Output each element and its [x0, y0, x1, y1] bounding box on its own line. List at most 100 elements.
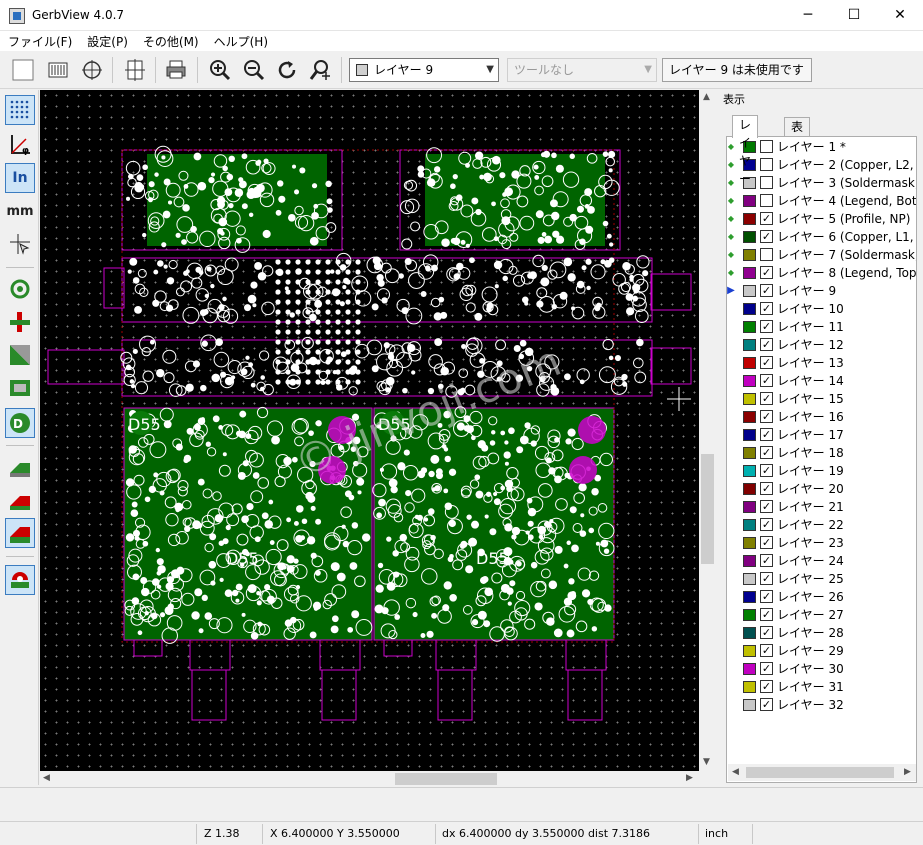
- layer-color-swatch[interactable]: [743, 555, 756, 567]
- menu-preferences[interactable]: 設定(P): [79, 31, 135, 50]
- layer-row[interactable]: ✓ レイヤー 11: [727, 318, 916, 336]
- layer-color-swatch[interactable]: [743, 573, 756, 585]
- layer-row[interactable]: ✓ レイヤー 23: [727, 534, 916, 552]
- layer-visibility-checkbox[interactable]: ✓: [760, 230, 773, 243]
- layer-visibility-checkbox[interactable]: ✓: [760, 284, 773, 297]
- layer-color-swatch[interactable]: [743, 663, 756, 675]
- horizontal-scroll-thumb[interactable]: [395, 773, 497, 785]
- layer-row[interactable]: ✓ レイヤー 20: [727, 480, 916, 498]
- layer-visibility-checkbox[interactable]: ✓: [760, 302, 773, 315]
- layer-row[interactable]: ✓ レイヤー 29: [727, 642, 916, 660]
- layer-color-swatch[interactable]: [743, 303, 756, 315]
- layer-visibility-checkbox[interactable]: ✓: [760, 338, 773, 351]
- layer-row[interactable]: ▶ ✓ レイヤー 9: [727, 282, 916, 300]
- layer-row[interactable]: ◆ レイヤー 3 (Soldermask, Bot): [727, 174, 916, 192]
- flashed-items-sketch-button[interactable]: [5, 274, 35, 304]
- layer-row[interactable]: ✓ レイヤー 30: [727, 660, 916, 678]
- layer-row[interactable]: ✓ レイヤー 31: [727, 678, 916, 696]
- layer-row[interactable]: ◆ レイヤー 2 (Copper, L2, Bot): [727, 156, 916, 174]
- cursor-shape-button[interactable]: [5, 229, 35, 259]
- layer-visibility-checkbox[interactable]: ✓: [760, 356, 773, 369]
- scroll-right-icon[interactable]: ▶: [904, 767, 911, 777]
- layer-visibility-checkbox[interactable]: ✓: [760, 698, 773, 711]
- layer-visibility-checkbox[interactable]: ✓: [760, 518, 773, 531]
- layer-row[interactable]: ◆ レイヤー 1 *: [727, 138, 916, 156]
- layer-color-swatch[interactable]: [743, 429, 756, 441]
- layer-visibility-checkbox[interactable]: ✓: [760, 410, 773, 423]
- layer-visibility-checkbox[interactable]: ✓: [760, 446, 773, 459]
- clear-layers-button[interactable]: [9, 56, 37, 84]
- layer-row[interactable]: ◆ レイヤー 4 (Legend, Bot): [727, 192, 916, 210]
- layer-scroll-thumb[interactable]: [746, 767, 894, 778]
- layer-visibility-checkbox[interactable]: [760, 158, 773, 171]
- tab-render[interactable]: 表示: [784, 117, 811, 152]
- layer-color-swatch[interactable]: [743, 321, 756, 333]
- layer-row[interactable]: ✓ レイヤー 28: [727, 624, 916, 642]
- layer-visibility-checkbox[interactable]: ✓: [760, 392, 773, 405]
- load-drill-button[interactable]: [78, 56, 106, 84]
- show-dcodes-button[interactable]: D: [5, 408, 35, 438]
- layer-row[interactable]: ✓ レイヤー 17: [727, 426, 916, 444]
- close-button[interactable]: ✕: [877, 0, 923, 31]
- layer-visibility-checkbox[interactable]: ✓: [760, 536, 773, 549]
- layer-color-swatch[interactable]: [743, 537, 756, 549]
- layers-manager-button[interactable]: [5, 565, 35, 595]
- minimize-button[interactable]: ─: [785, 0, 831, 31]
- zoom-out-button[interactable]: [240, 56, 268, 84]
- layer-visibility-checkbox[interactable]: ✓: [760, 482, 773, 495]
- scroll-up-icon[interactable]: ▲: [703, 92, 710, 102]
- layer-row[interactable]: ✓ レイヤー 14: [727, 372, 916, 390]
- layer-row[interactable]: ✓ レイヤー 21: [727, 498, 916, 516]
- zoom-fit-button[interactable]: [306, 56, 334, 84]
- layer-color-swatch[interactable]: [743, 627, 756, 639]
- units-mm-button[interactable]: mm: [5, 196, 35, 226]
- grid-toggle-button[interactable]: [5, 95, 35, 125]
- polar-coords-button[interactable]: φ: [5, 130, 35, 160]
- layer-select[interactable]: レイヤー 9 ▼: [349, 58, 499, 82]
- layer-color-swatch[interactable]: [743, 357, 756, 369]
- menu-help[interactable]: ヘルプ(H): [206, 31, 275, 50]
- layer-visibility-checkbox[interactable]: ✓: [760, 320, 773, 333]
- redraw-button[interactable]: [273, 56, 301, 84]
- polygons-sketch-button[interactable]: [5, 340, 35, 370]
- layer-row[interactable]: ✓ レイヤー 22: [727, 516, 916, 534]
- layer-visibility-checkbox[interactable]: ✓: [760, 608, 773, 621]
- layer-color-swatch[interactable]: [743, 447, 756, 459]
- negative-objects-button[interactable]: [5, 373, 35, 403]
- layer-color-swatch[interactable]: [743, 231, 756, 243]
- layer-color-swatch[interactable]: [743, 285, 756, 297]
- layer-visibility-checkbox[interactable]: [760, 248, 773, 261]
- scroll-left-icon[interactable]: ◀: [732, 767, 739, 777]
- layer-visibility-checkbox[interactable]: [760, 176, 773, 189]
- layer-color-swatch[interactable]: [743, 609, 756, 621]
- layer-visibility-checkbox[interactable]: ✓: [760, 212, 773, 225]
- menu-file[interactable]: ファイル(F): [0, 31, 79, 50]
- layer-row[interactable]: ✓ レイヤー 16: [727, 408, 916, 426]
- layer-color-swatch[interactable]: [743, 591, 756, 603]
- layer-color-swatch[interactable]: [743, 681, 756, 693]
- layer-visibility-checkbox[interactable]: [760, 140, 773, 153]
- layer-visibility-checkbox[interactable]: ✓: [760, 572, 773, 585]
- layer-visibility-checkbox[interactable]: ✓: [760, 554, 773, 567]
- layer-row[interactable]: ✓ レイヤー 26: [727, 588, 916, 606]
- maximize-button[interactable]: ☐: [831, 0, 877, 31]
- layer-color-swatch[interactable]: [743, 249, 756, 261]
- layer-row[interactable]: ◆ レイヤー 7 (Soldermask, Top): [727, 246, 916, 264]
- layer-visibility-checkbox[interactable]: ✓: [760, 464, 773, 477]
- layer-row[interactable]: ◆ ✓ レイヤー 8 (Legend, Top): [727, 264, 916, 282]
- layer-visibility-checkbox[interactable]: ✓: [760, 500, 773, 513]
- lines-sketch-button[interactable]: [5, 307, 35, 337]
- layers-diff-button[interactable]: [5, 485, 35, 515]
- layer-row[interactable]: ✓ レイヤー 32: [727, 696, 916, 714]
- layer-visibility-checkbox[interactable]: ✓: [760, 662, 773, 675]
- layer-color-swatch[interactable]: [743, 339, 756, 351]
- layer-color-swatch[interactable]: [743, 519, 756, 531]
- zoom-in-button[interactable]: [206, 56, 234, 84]
- layer-row[interactable]: ✓ レイヤー 24: [727, 552, 916, 570]
- units-inch-button[interactable]: In: [5, 163, 35, 193]
- canvas-horizontal-scrollbar[interactable]: ◀ ▶: [40, 771, 699, 787]
- layer-visibility-checkbox[interactable]: ✓: [760, 374, 773, 387]
- menu-miscellaneous[interactable]: その他(M): [135, 31, 206, 50]
- layer-row[interactable]: ✓ レイヤー 19: [727, 462, 916, 480]
- layer-row[interactable]: ✓ レイヤー 12: [727, 336, 916, 354]
